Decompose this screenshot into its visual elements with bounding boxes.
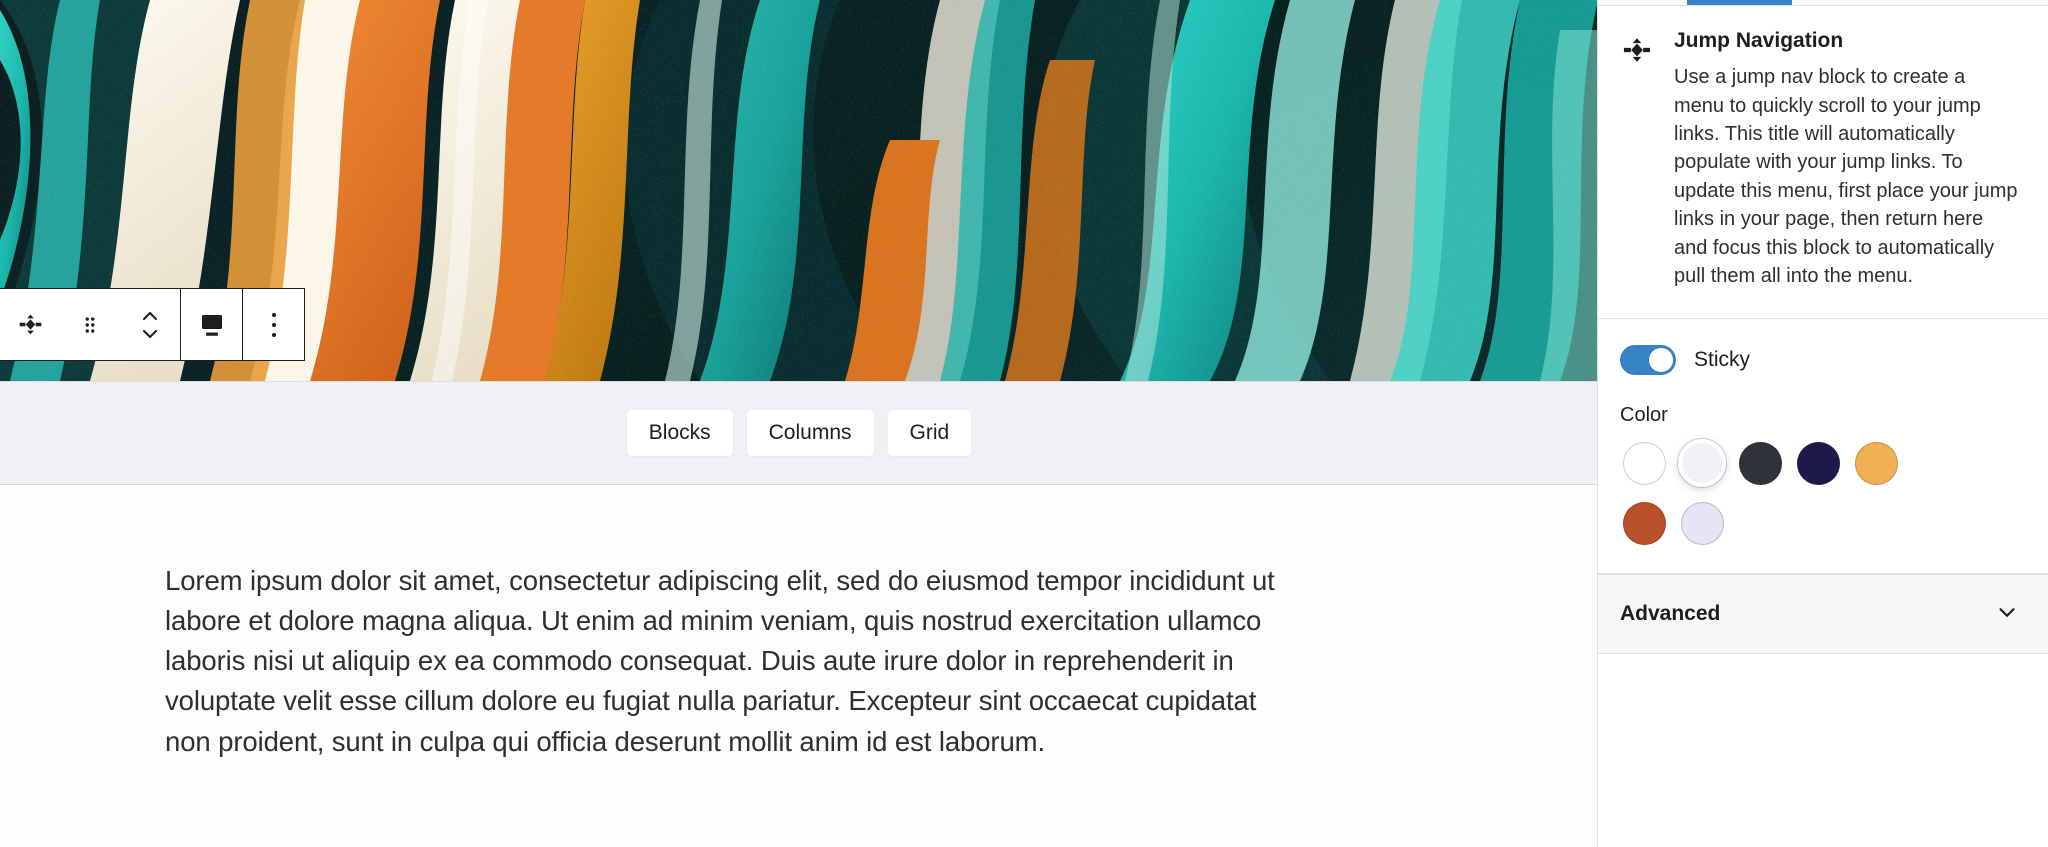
pattern-chip-blocks[interactable]: Blocks [626,410,733,456]
block-title: Jump Navigation [1674,29,1844,52]
align-icon[interactable] [181,289,242,360]
sticky-setting-row: Sticky [1598,319,2048,376]
swatch-pale-lavender-wrap [1678,499,1726,547]
sticky-toggle[interactable] [1620,345,1676,376]
block-toolbar-group-primary [0,289,180,360]
jump-navigation-icon [1620,33,1654,67]
block-description: Use a jump nav block to create a menu to… [1674,66,2018,288]
swatch-pale-lavender[interactable] [1680,501,1724,545]
swatch-navy-wrap [1794,439,1842,487]
chevron-down-icon [1994,599,2020,630]
advanced-section: Advanced [1598,574,2048,655]
pattern-chooser-strip: Blocks Columns Grid [0,381,1597,485]
advanced-accordion-toggle[interactable]: Advanced [1598,574,2048,655]
post-content-area[interactable]: Lorem ipsum dolor sit amet, consectetur … [0,485,1597,847]
cover-image-block[interactable] [0,0,1597,381]
sticky-label: Sticky [1694,348,1751,372]
change-block-type-icon[interactable] [0,289,60,360]
sticky-toggle-knob [1649,348,1673,373]
drag-handle-icon[interactable] [60,289,120,360]
swatch-gold-wrap [1852,439,1900,487]
block-toolbar[interactable] [0,288,305,361]
swatch-gold[interactable] [1854,441,1898,485]
pattern-chip-grid[interactable]: Grid [887,410,972,456]
swatch-off-white[interactable] [1678,439,1726,488]
active-tab-indicator [1687,0,1792,5]
block-toolbar-group-more [242,289,304,360]
block-editor-screen: Blocks Columns Grid Lorem ipsum dolor si… [0,0,2048,847]
swatch-off-white-wrap [1678,439,1726,488]
editor-canvas: Blocks Columns Grid Lorem ipsum dolor si… [0,0,1598,847]
sidebar-empty-area [1598,654,2048,847]
pattern-chip-columns[interactable]: Columns [746,410,874,456]
paragraph-block[interactable]: Lorem ipsum dolor sit amet, consectetur … [165,561,1283,762]
advanced-title: Advanced [1620,602,1721,626]
sidebar-tabbar [1598,0,2048,6]
color-setting-section: Color [1598,375,2048,575]
swatch-charcoal-wrap [1736,439,1784,487]
swatch-white[interactable] [1622,441,1666,485]
block-info-card: Jump Navigation Use a jump nav block to … [1598,6,2048,320]
swatch-rust[interactable] [1622,501,1666,545]
more-options-icon[interactable] [243,289,304,360]
color-label: Color [1620,404,1668,427]
swatch-white-wrap [1620,439,1668,487]
move-up-down-icon[interactable] [120,289,180,360]
swatch-charcoal[interactable] [1738,441,1782,485]
swatch-rust-wrap [1620,499,1668,547]
color-swatch-grid [1620,439,1906,547]
block-toolbar-group-align [180,289,242,360]
swatch-navy[interactable] [1796,441,1840,485]
block-info-text: Jump Navigation Use a jump nav block to … [1674,27,2020,290]
block-settings-sidebar: Jump Navigation Use a jump nav block to … [1598,0,2048,847]
